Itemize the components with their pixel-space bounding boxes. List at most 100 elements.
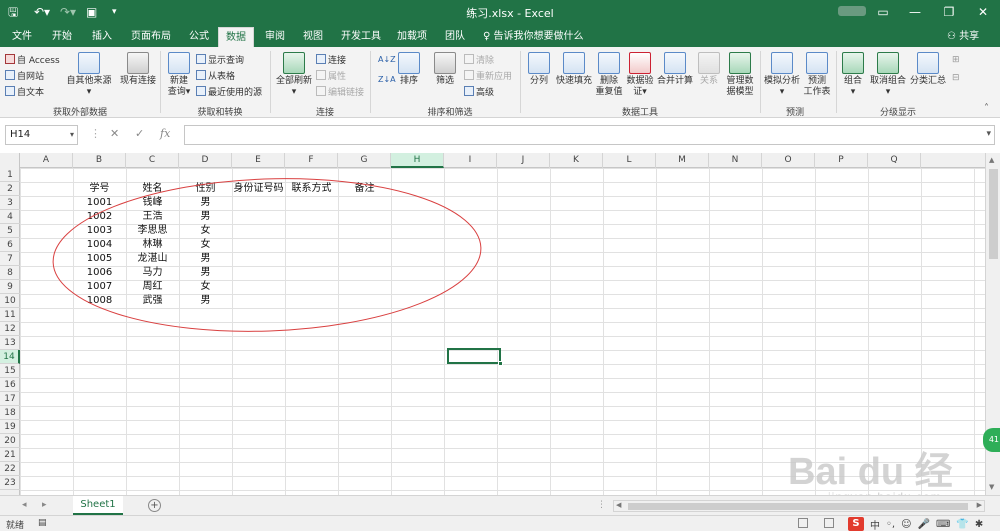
next-sheet-icon[interactable]: ▸ xyxy=(42,500,47,510)
tab-addins[interactable]: 加载项 xyxy=(392,27,432,47)
refresh-all-button[interactable]: 全部刷新 ▾ xyxy=(274,52,314,98)
show-queries-button[interactable]: 显示查询 xyxy=(196,53,244,66)
tab-page-layout[interactable]: 页面布局 xyxy=(126,27,176,47)
tab-data[interactable]: 数据 xyxy=(218,27,254,47)
customize-qat-icon[interactable]: ▾ xyxy=(112,4,117,20)
vertical-scroll-thumb[interactable] xyxy=(989,169,998,259)
consolidate-icon xyxy=(664,52,686,74)
keyboard-icon[interactable]: ⌨ xyxy=(936,519,950,530)
properties-button[interactable]: 属性 xyxy=(316,69,346,82)
tab-insert[interactable]: 插入 xyxy=(86,27,118,47)
sort-za-icon[interactable]: Z↓A xyxy=(378,75,396,84)
sogou-s-icon[interactable]: S xyxy=(848,517,864,531)
tell-me-box[interactable]: ♀ 告诉我你想要做什么 xyxy=(483,27,584,47)
what-if-analysis-button[interactable]: 模拟分析 ▾ xyxy=(763,52,801,98)
other-sources-button[interactable]: 自其他来源 ▾ xyxy=(62,52,116,98)
reapply-button[interactable]: 重新应用 xyxy=(464,69,512,82)
new-query-button[interactable]: 新建 查询▾ xyxy=(165,52,193,98)
formula-input[interactable]: ▾ xyxy=(184,125,995,145)
clock-icon xyxy=(196,86,206,96)
existing-connections-icon xyxy=(127,52,149,74)
microphone-icon[interactable]: 🎤 xyxy=(918,519,930,530)
flash-fill-button[interactable]: 快速填充 xyxy=(554,52,594,87)
ribbon-divider xyxy=(760,51,761,113)
ribbon-tabs: 文件 开始 插入 页面布局 公式 数据 审阅 视图 开发工具 加载项 团队 ♀ … xyxy=(0,24,1000,47)
group-button[interactable]: 组合 ▾ xyxy=(840,52,866,98)
what-if-icon xyxy=(771,52,793,74)
tab-team[interactable]: 团队 xyxy=(440,27,470,47)
expand-formula-icon[interactable]: ▾ xyxy=(986,129,991,139)
name-box[interactable]: H14 ▾ xyxy=(5,125,78,145)
advanced-filter-button[interactable]: 高级 xyxy=(464,85,494,98)
share-button[interactable]: ⚇ 共享 xyxy=(947,27,979,47)
ungroup-icon xyxy=(877,52,899,74)
prev-sheet-icon[interactable]: ◂ xyxy=(22,500,27,510)
redo-icon[interactable]: ↷▾ xyxy=(60,4,76,20)
skin-icon[interactable]: 👕 xyxy=(956,519,968,530)
tab-split-handle[interactable]: ⋮ xyxy=(597,500,606,510)
minimize-button[interactable]: — xyxy=(900,2,930,22)
tab-view[interactable]: 视图 xyxy=(298,27,328,47)
sheet-tab-sheet1[interactable]: Sheet1 xyxy=(73,496,123,515)
hide-detail-icon[interactable]: ⊟ xyxy=(952,73,960,83)
refresh-icon xyxy=(283,52,305,74)
cancel-icon[interactable]: ✕ xyxy=(110,127,119,140)
add-sheet-icon[interactable]: + xyxy=(148,499,161,512)
connections-button[interactable]: 连接 xyxy=(316,53,346,66)
relationships-button[interactable]: 关系 xyxy=(696,52,722,87)
recent-sources-button[interactable]: 最近使用的源 xyxy=(196,85,262,98)
consolidate-button[interactable]: 合并计算 xyxy=(656,52,694,87)
sort-az-icon[interactable]: A↓Z xyxy=(378,55,396,64)
tab-formulas[interactable]: 公式 xyxy=(184,27,214,47)
save-icon[interactable]: 🖫 xyxy=(8,4,18,20)
show-detail-icon[interactable]: ⊞ xyxy=(952,55,960,65)
emoji-icon[interactable]: ☺ xyxy=(901,519,911,530)
from-web-button[interactable]: 自网站 xyxy=(5,69,44,82)
from-text-button[interactable]: 自文本 xyxy=(5,85,44,98)
ribbon-display-icon[interactable]: ▭ xyxy=(868,2,898,22)
user-account[interactable] xyxy=(838,6,866,16)
ungroup-button[interactable]: 取消组合 ▾ xyxy=(868,52,908,98)
forecast-sheet-button[interactable]: 预测 工作表 xyxy=(802,52,832,98)
toolbox-icon[interactable]: ▣ xyxy=(86,4,97,20)
tools-icon[interactable]: ✱ xyxy=(975,519,983,530)
scroll-up-icon[interactable]: ▲ xyxy=(989,156,994,164)
page-layout-view-icon[interactable] xyxy=(824,518,834,528)
remove-duplicates-button[interactable]: 删除 重复值 xyxy=(594,52,624,98)
horizontal-scroll-thumb[interactable] xyxy=(628,503,968,510)
sort-button[interactable]: 排序 xyxy=(396,52,422,87)
tab-developer[interactable]: 开发工具 xyxy=(336,27,386,47)
punctuation-icon[interactable]: ◦, xyxy=(886,519,895,530)
scroll-right-icon[interactable]: ▶ xyxy=(977,501,982,509)
ime-chinese-label[interactable]: 中 xyxy=(870,517,880,531)
status-bar: 就绪 ▤ S 中 ◦, ☺ 🎤 ⌨ 👕 ✱ xyxy=(0,515,1000,531)
edit-links-button[interactable]: 编辑链接 xyxy=(316,85,364,98)
filter-button[interactable]: 筛选 xyxy=(432,52,458,87)
insert-function-icon[interactable]: fx xyxy=(160,127,170,140)
restore-button[interactable]: ❐ xyxy=(934,2,964,22)
tab-file[interactable]: 文件 xyxy=(6,27,38,47)
collapse-ribbon-icon[interactable]: ˄ xyxy=(984,103,989,114)
title-bar: 🖫 ↶▾ ↷▾ ▣ ▾ 练习.xlsx - Excel ▭ — ❐ ✕ xyxy=(0,0,1000,24)
text-to-columns-button[interactable]: 分列 xyxy=(526,52,552,87)
macro-record-icon[interactable]: ▤ xyxy=(38,518,47,528)
horizontal-scrollbar[interactable]: ◀ ▶ xyxy=(613,500,985,512)
data-validation-button[interactable]: 数据验 证▾ xyxy=(624,52,656,98)
close-button[interactable]: ✕ xyxy=(968,2,998,22)
enter-icon[interactable]: ✓ xyxy=(135,127,144,140)
existing-connections-button[interactable]: 现有连接 xyxy=(118,52,158,87)
forecast-chart-icon xyxy=(806,52,828,74)
manage-data-model-button[interactable]: 管理数 据模型 xyxy=(722,52,758,98)
clear-button[interactable]: 清除 xyxy=(464,53,494,66)
show-queries-icon xyxy=(196,54,206,64)
from-access-button[interactable]: 自 Access xyxy=(5,53,60,66)
web-icon xyxy=(5,70,15,80)
undo-icon[interactable]: ↶▾ xyxy=(34,4,50,20)
scroll-down-icon[interactable]: ▼ xyxy=(989,483,994,491)
tab-review[interactable]: 审阅 xyxy=(260,27,290,47)
tab-home[interactable]: 开始 xyxy=(46,27,78,47)
from-table-button[interactable]: 从表格 xyxy=(196,69,235,82)
scroll-left-icon[interactable]: ◀ xyxy=(616,501,621,509)
normal-view-icon[interactable] xyxy=(798,518,808,528)
subtotal-button[interactable]: 分类汇总 xyxy=(908,52,948,87)
